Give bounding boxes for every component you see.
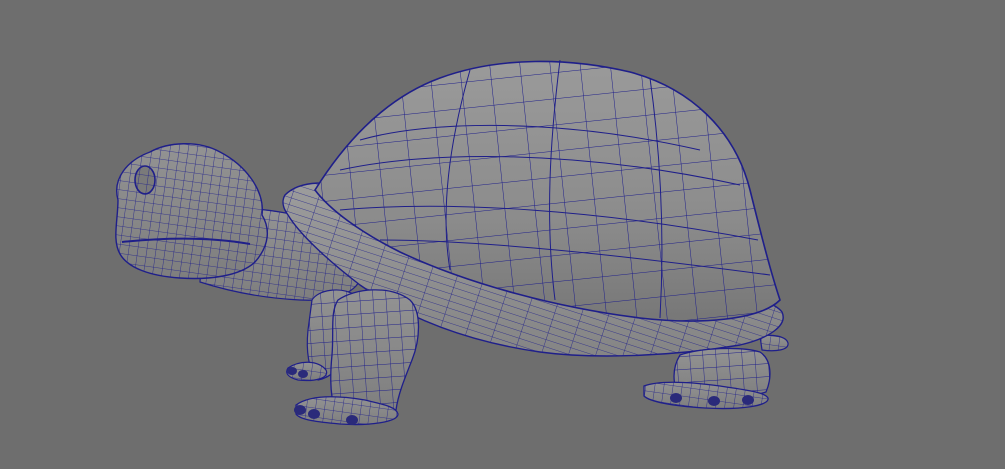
- toe-nail: [708, 396, 720, 406]
- turtle-head: [115, 143, 268, 280]
- back-left-leg: [643, 347, 771, 410]
- toe-nail: [742, 395, 754, 405]
- 3d-viewport[interactable]: [0, 0, 1005, 469]
- toe-nail: [346, 415, 358, 425]
- toe-nail: [294, 405, 306, 415]
- turtle-model[interactable]: [0, 0, 1005, 469]
- toe-nail: [308, 409, 320, 419]
- toe-nail: [670, 393, 682, 403]
